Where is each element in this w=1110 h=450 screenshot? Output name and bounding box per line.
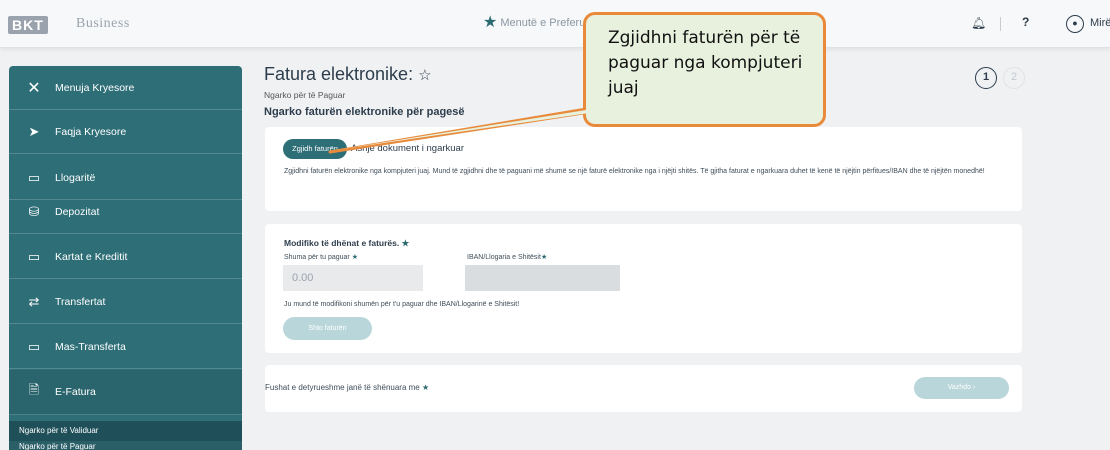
sidebar-item-e-invoice[interactable]: 🗎︎ E-Fatura: [9, 370, 242, 415]
sidebar-item-mass-transfers[interactable]: ▭ Mas-Transferta: [9, 325, 242, 369]
deposit-icon: ⛁: [28, 203, 40, 219]
step-2-indicator: 2: [1003, 67, 1025, 89]
home-arrow-icon: ➤: [28, 123, 40, 139]
close-icon[interactable]: ✕: [25, 78, 43, 98]
sidebar-item-credit-cards[interactable]: ▭ Kartat e Kreditit: [9, 235, 242, 279]
bkt-logo[interactable]: BKT: [8, 14, 48, 36]
edit-invoice-card: Modifiko të dhënat e faturës. ★ Shuma pë…: [265, 224, 1022, 353]
edit-card-title: Modifiko të dhënat e faturës. ★: [284, 238, 410, 248]
mass-transfer-icon: ▭: [27, 338, 41, 354]
upload-status: Asnjë dokument i ngarkuar: [351, 143, 465, 154]
user-greeting[interactable]: Mirë: [1090, 17, 1110, 29]
step-1-indicator: 1: [975, 67, 997, 89]
breadcrumb: Ngarko për të Paguar: [264, 90, 346, 100]
required-star-icon: ★: [540, 254, 548, 261]
favorite-star-icon[interactable]: ☆: [418, 67, 431, 84]
choose-invoice-button[interactable]: Zgjidh faturën: [283, 139, 347, 159]
transfer-icon: ⇄: [28, 293, 40, 309]
required-fields-note: Fushat e detyrueshme janë të shënuara me…: [265, 383, 430, 392]
e-invoice-icon: 🗎︎: [28, 382, 40, 397]
bell-icon[interactable]: 🔔︎: [971, 16, 986, 30]
sidebar-subitem-pay[interactable]: Ngarko për të Paguar: [9, 441, 242, 450]
continue-button[interactable]: Vazhdo ›: [914, 377, 1009, 399]
iban-input[interactable]: [465, 265, 620, 291]
star-icon: ★: [483, 14, 498, 31]
divider: [1000, 17, 1001, 31]
sidebar-item-transfers[interactable]: ⇄ Transfertat: [9, 280, 242, 324]
required-star-icon: ★: [422, 383, 430, 392]
footer-card: Fushat e detyrueshme janë të shënuara me…: [265, 365, 1022, 412]
sidebar-menu-header[interactable]: ✕ Menuja Kryesore: [9, 66, 242, 110]
page-title: Fatura elektronike: ☆: [264, 64, 432, 84]
account-card-icon: ▭: [27, 169, 41, 185]
amount-input[interactable]: [283, 265, 423, 291]
callout-box: Zgjidhni faturën për të paguar nga kompj…: [583, 12, 826, 127]
sidebar-subitem-validate[interactable]: Ngarko për të Validuar: [9, 421, 242, 441]
sidebar-item-deposits[interactable]: ⛁ Depozitat: [9, 190, 242, 234]
upload-card: Zgjidh faturën Asnjë dokument i ngarkuar…: [265, 127, 1022, 211]
top-bar: BKT Business ★ Menutë e Preferuara 🔔︎ ? …: [0, 0, 1110, 48]
credit-card-icon: ▭: [27, 248, 41, 264]
sidebar: ✕ Menuja Kryesore ➤ Faqja Kryesore ▭ Llo…: [9, 66, 242, 450]
callout-text: Zgjidhni faturën për të paguar nga kompj…: [608, 28, 803, 98]
upload-info-text: Zgjidhni faturën elektronike nga kompjut…: [284, 168, 985, 175]
required-star-icon: ★: [351, 254, 358, 261]
edit-note: Ju mund të modifikoni shumën për t'u pag…: [284, 301, 520, 308]
help-icon[interactable]: ?: [1022, 15, 1029, 29]
iban-label: IBAN/Llogaria e Shitësit★: [467, 254, 548, 261]
brand-name: Business: [76, 16, 130, 31]
required-star-icon: ★: [401, 238, 410, 248]
section-heading: Ngarko faturën elektronike për pagesë: [264, 106, 465, 118]
user-avatar-icon[interactable]: ●: [1066, 15, 1084, 33]
sidebar-item-home[interactable]: ➤ Faqja Kryesore: [9, 110, 242, 154]
amount-label: Shuma për tu paguar ★: [284, 254, 358, 261]
add-invoice-button[interactable]: Shto faturën: [283, 317, 372, 340]
